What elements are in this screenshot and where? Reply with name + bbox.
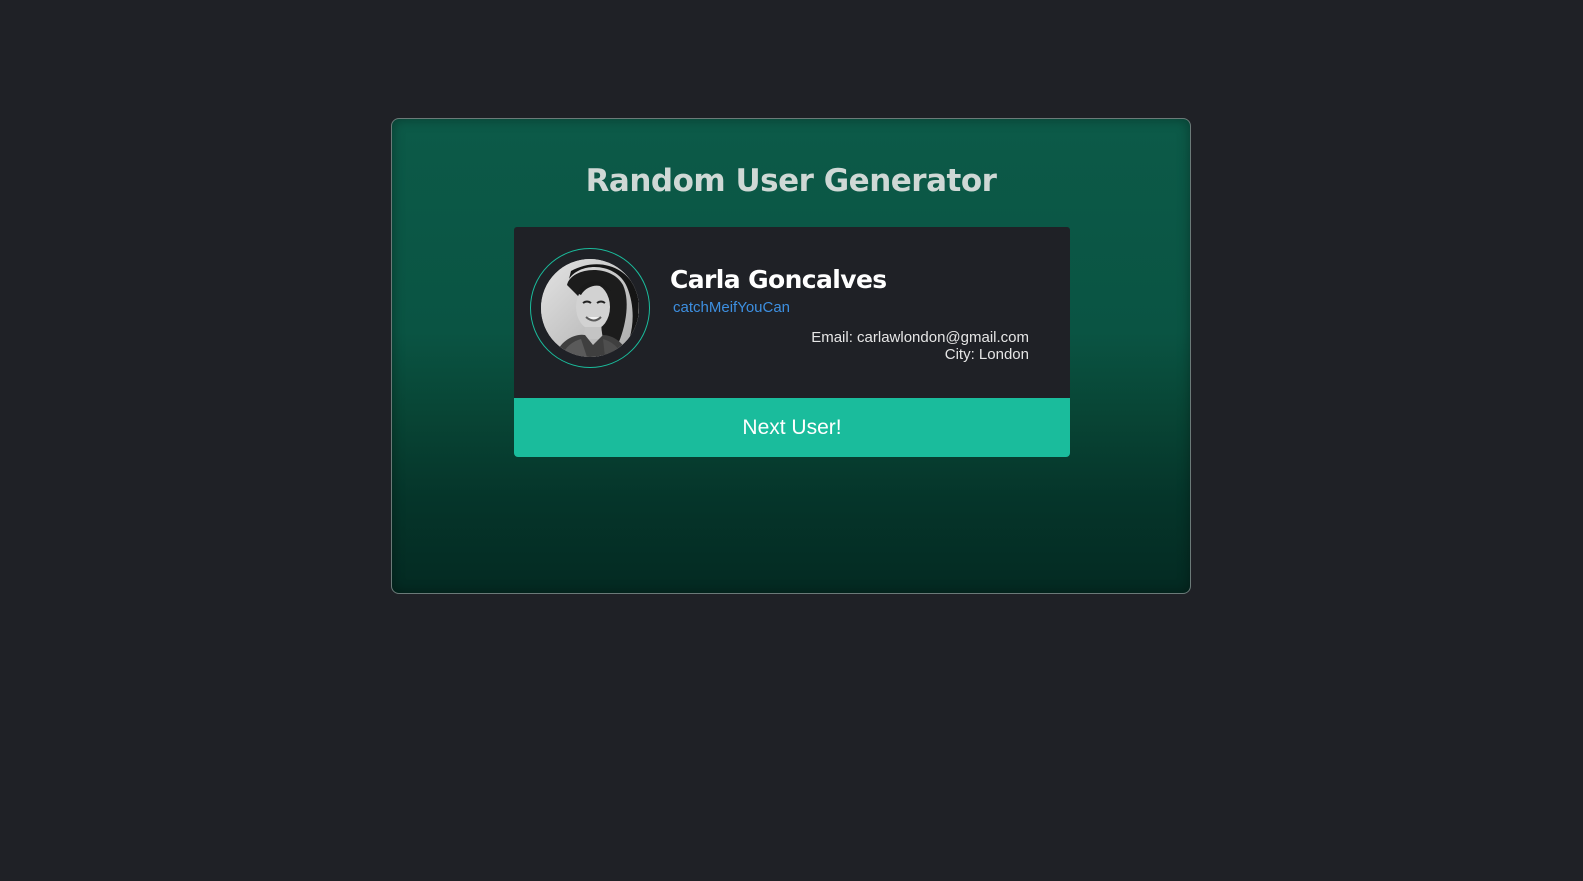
user-photo-icon [541, 259, 639, 357]
generator-card: Random User Generator Carla Goncalves ca… [391, 118, 1191, 594]
user-email: Email: carlawlondon@gmail.com [811, 329, 1029, 346]
user-city: City: London [944, 346, 1029, 363]
user-profile-card: Carla Goncalves catchMeifYouCan Email: c… [514, 227, 1070, 398]
avatar [541, 259, 639, 357]
next-user-button[interactable]: Next User! [514, 398, 1070, 457]
avatar-ring [530, 248, 650, 368]
user-details: Email: carlawlondon@gmail.com City: Lond… [811, 329, 1029, 363]
username-link[interactable]: catchMeifYouCan [673, 299, 790, 316]
page-title: Random User Generator [585, 163, 997, 199]
user-full-name: Carla Goncalves [670, 265, 887, 294]
